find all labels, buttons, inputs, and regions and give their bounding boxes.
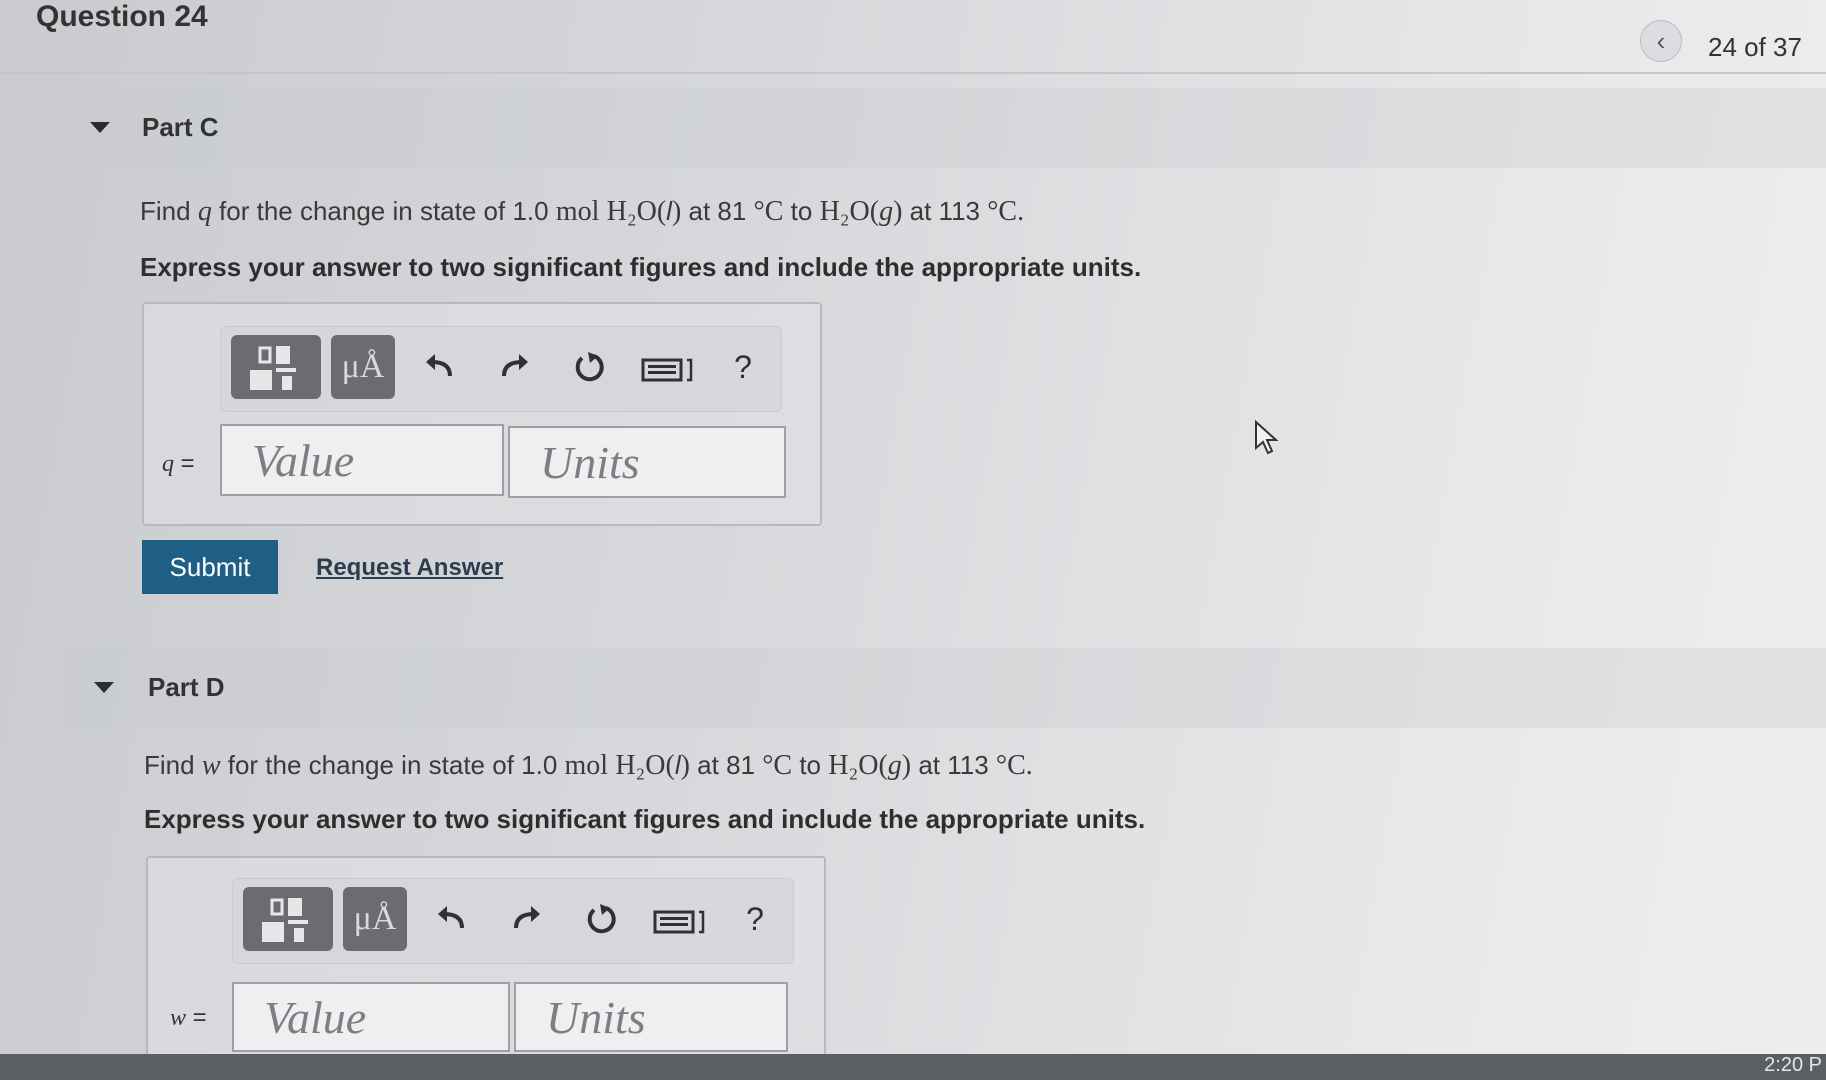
- part-c-instructions: Express your answer to two significant f…: [140, 252, 1142, 282]
- part-c-header[interactable]: Part C: [60, 88, 1826, 168]
- undo-button[interactable]: [417, 345, 461, 389]
- question-variable: q: [197, 196, 212, 227]
- templates-button[interactable]: [231, 335, 321, 399]
- units-button[interactable]: μÅ: [343, 887, 407, 951]
- mouse-cursor-icon: [1255, 420, 1279, 455]
- part-d-answer-box: μÅ ? w =: [146, 856, 826, 1080]
- redo-icon: [502, 354, 528, 377]
- question-pager: 24 of 37: [1708, 32, 1802, 62]
- part-c-variable-label: q =: [162, 450, 195, 477]
- undo-icon: [426, 354, 452, 377]
- part-c-question: Find q for the change in state of 1.0 mo…: [140, 196, 1025, 227]
- templates-icon: [250, 346, 296, 390]
- help-button[interactable]: ?: [723, 345, 763, 389]
- keyboard-button[interactable]: [653, 903, 709, 939]
- chevron-left-icon: ‹: [1656, 25, 1666, 56]
- part-d-value-input[interactable]: [232, 982, 510, 1052]
- keyboard-button[interactable]: [641, 351, 697, 387]
- part-d-question: Find w for the change in state of 1.0 mo…: [144, 750, 1033, 781]
- keyboard-icon: [641, 358, 693, 382]
- redo-icon: [514, 906, 540, 929]
- submit-button[interactable]: Submit: [142, 540, 278, 594]
- templates-icon: [262, 898, 308, 942]
- units-button[interactable]: μÅ: [331, 335, 395, 399]
- header-divider: [0, 72, 1826, 74]
- undo-button[interactable]: [429, 897, 473, 941]
- reset-icon: [575, 352, 604, 382]
- part-c-answer-box: μÅ ? q =: [142, 302, 822, 526]
- collapse-caret-icon[interactable]: [94, 682, 114, 693]
- templates-button[interactable]: [243, 887, 333, 951]
- part-d-units-input[interactable]: [514, 982, 788, 1052]
- part-d-math-toolbar: μÅ ?: [232, 878, 794, 964]
- reset-icon: [587, 904, 616, 934]
- part-d-title: Part D: [148, 672, 225, 702]
- reset-button[interactable]: [567, 345, 611, 389]
- part-c-units-input[interactable]: [508, 426, 786, 498]
- request-answer-link[interactable]: Request Answer: [316, 554, 503, 582]
- taskbar-clock: 2:20 P: [1764, 1054, 1822, 1076]
- collapse-caret-icon[interactable]: [90, 122, 110, 133]
- reset-button[interactable]: [579, 897, 623, 941]
- part-d-variable-label: w =: [170, 1004, 207, 1031]
- part-c-value-input[interactable]: [220, 424, 504, 496]
- redo-button[interactable]: [493, 345, 537, 389]
- undo-icon: [438, 906, 464, 929]
- help-button[interactable]: ?: [735, 897, 775, 941]
- page-title: Question 24: [36, 0, 208, 33]
- part-c-title: Part C: [142, 112, 219, 142]
- previous-question-button[interactable]: ‹: [1640, 20, 1682, 62]
- question-variable: w: [201, 750, 221, 781]
- part-d-instructions: Express your answer to two significant f…: [144, 804, 1146, 834]
- part-d-header[interactable]: Part D: [60, 648, 1826, 728]
- redo-button[interactable]: [505, 897, 549, 941]
- taskbar: [0, 1054, 1826, 1080]
- part-c-math-toolbar: μÅ ?: [220, 326, 782, 412]
- keyboard-icon: [653, 910, 705, 934]
